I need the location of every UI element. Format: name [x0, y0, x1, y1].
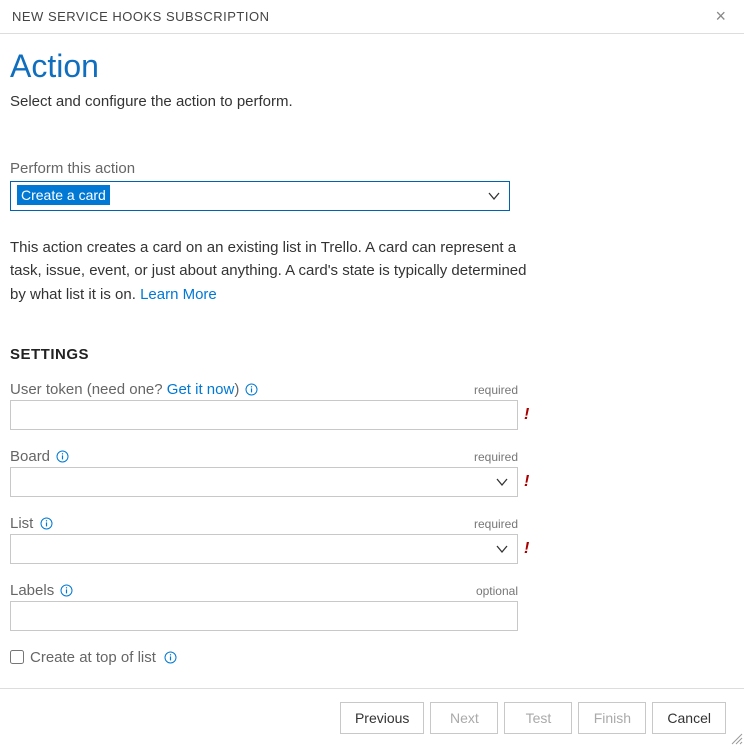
get-token-link[interactable]: Get it now — [167, 381, 235, 398]
create-at-top-label[interactable]: Create at top of list — [30, 649, 156, 666]
info-icon[interactable] — [60, 584, 73, 597]
create-at-top-checkbox[interactable] — [10, 650, 24, 664]
labels-requirement: optional — [476, 584, 518, 598]
user-token-input[interactable] — [10, 400, 518, 430]
create-at-top-row: Create at top of list — [10, 649, 734, 666]
error-icon: ! — [524, 473, 529, 491]
chevron-down-icon — [495, 542, 509, 556]
cancel-button[interactable]: Cancel — [652, 702, 726, 734]
action-select[interactable]: Create a card — [10, 181, 510, 211]
labels-input[interactable] — [10, 601, 518, 631]
labels-label: Labels — [10, 582, 73, 599]
action-select-value: Create a card — [17, 185, 110, 205]
board-row: Board required ! — [10, 448, 540, 497]
action-description-text: This action creates a card on an existin… — [10, 239, 526, 303]
dialog-footer: Previous Next Test Finish Cancel — [0, 688, 744, 746]
close-icon[interactable]: × — [709, 6, 732, 27]
page-subtitle: Select and configure the action to perfo… — [10, 93, 734, 110]
info-icon[interactable] — [40, 517, 53, 530]
user-token-row: User token (need one? Get it now) requir… — [10, 381, 540, 430]
previous-button[interactable]: Previous — [340, 702, 424, 734]
dialog-title: NEW SERVICE HOOKS SUBSCRIPTION — [12, 9, 269, 24]
list-select[interactable] — [10, 534, 518, 564]
dialog-header: NEW SERVICE HOOKS SUBSCRIPTION × — [0, 0, 744, 34]
board-label: Board — [10, 448, 69, 465]
info-icon[interactable] — [245, 383, 258, 396]
finish-button[interactable]: Finish — [578, 702, 646, 734]
list-row: List required ! — [10, 515, 540, 564]
test-button[interactable]: Test — [504, 702, 572, 734]
info-icon[interactable] — [56, 450, 69, 463]
error-icon: ! — [524, 540, 529, 558]
user-token-requirement: required — [474, 383, 518, 397]
list-label: List — [10, 515, 53, 532]
action-description: This action creates a card on an existin… — [10, 236, 530, 306]
error-icon: ! — [524, 406, 529, 424]
list-requirement: required — [474, 517, 518, 531]
user-token-label: User token (need one? Get it now) — [10, 381, 258, 398]
learn-more-link[interactable]: Learn More — [140, 286, 217, 303]
board-select[interactable] — [10, 467, 518, 497]
board-requirement: required — [474, 450, 518, 464]
content-pane[interactable]: Action Select and configure the action t… — [0, 30, 744, 688]
info-icon[interactable] — [164, 651, 177, 664]
settings-heading: SETTINGS — [10, 346, 734, 363]
chevron-down-icon — [487, 189, 501, 203]
chevron-down-icon — [495, 475, 509, 489]
labels-row: Labels optional — [10, 582, 540, 631]
page-title: Action — [10, 48, 734, 85]
action-label: Perform this action — [10, 160, 734, 177]
next-button[interactable]: Next — [430, 702, 498, 734]
